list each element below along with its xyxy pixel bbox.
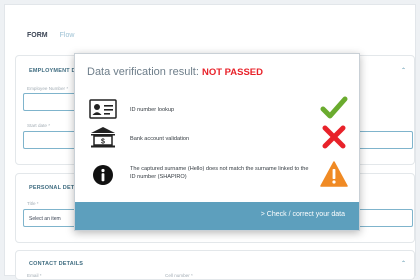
collapse-icon[interactable]: ⌃ bbox=[401, 261, 406, 267]
bank-icon: $ bbox=[91, 127, 115, 148]
bank-validation-label: Bank account validation bbox=[130, 136, 190, 142]
svg-text:$: $ bbox=[101, 139, 105, 146]
warning-icon bbox=[320, 161, 348, 187]
verification-status: NOT PASSED bbox=[201, 67, 264, 78]
title-label: Title * bbox=[27, 201, 39, 206]
id-lookup-label: ID number lookup bbox=[130, 107, 175, 113]
surname-mismatch-message: The captured surname (Hello) does not ma… bbox=[130, 166, 309, 181]
employment-section-title: EMPLOYMENT D bbox=[29, 68, 76, 74]
id-card-icon bbox=[89, 99, 117, 119]
cross-icon bbox=[322, 125, 346, 149]
modal-title: Data verification result: NOT PASSED bbox=[87, 66, 263, 78]
info-icon bbox=[93, 165, 113, 185]
tab-flow[interactable]: Flow bbox=[60, 32, 75, 39]
check-icon bbox=[320, 96, 348, 119]
collapse-icon[interactable]: ⌃ bbox=[401, 68, 406, 74]
tab-bar: FORM Flow bbox=[27, 32, 74, 39]
modal-title-text: Data verification result: bbox=[87, 66, 199, 78]
cell-number-label: Cell number * bbox=[165, 273, 193, 278]
contact-section: CONTACT DETAILS ⌃ bbox=[15, 250, 415, 280]
personal-section-title: PERSONAL DET bbox=[29, 185, 75, 191]
start-date-label: Start date * bbox=[27, 123, 50, 128]
email-label: Email * bbox=[27, 273, 42, 278]
check-correct-data-button[interactable]: > Check / correct your data bbox=[75, 202, 359, 230]
title-select-value: Select an item bbox=[29, 216, 61, 222]
check-correct-data-label: > Check / correct your data bbox=[260, 211, 345, 218]
verification-modal: Data verification result: NOT PASSED ID … bbox=[74, 53, 360, 231]
tab-form[interactable]: FORM bbox=[27, 32, 48, 39]
contact-section-title: CONTACT DETAILS bbox=[29, 261, 84, 267]
employee-number-label: Employee Number * bbox=[27, 86, 69, 91]
